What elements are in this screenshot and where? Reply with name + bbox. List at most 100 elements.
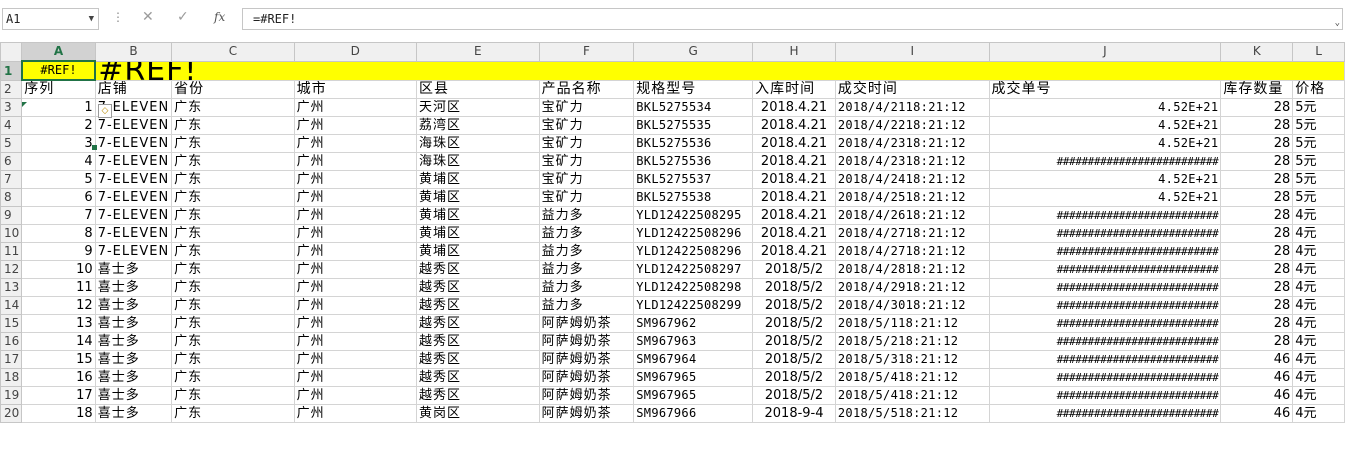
cell[interactable]: 16 — [21, 368, 96, 387]
cell[interactable]: 宝矿力 — [538, 188, 635, 207]
cell[interactable]: SM967963 — [633, 332, 754, 351]
header-cell[interactable]: 库存数量 — [1220, 79, 1294, 99]
cell[interactable]: 2018/5/2 — [752, 350, 836, 369]
cell[interactable]: 宝矿力 — [538, 134, 635, 153]
cell[interactable]: 18 — [21, 404, 96, 423]
cell[interactable]: 广东 — [171, 404, 295, 423]
cell[interactable]: 越秀区 — [416, 386, 540, 405]
column-header-k[interactable]: K — [1220, 42, 1294, 62]
cell[interactable]: 广东 — [171, 98, 295, 117]
cell[interactable]: 28 — [1220, 170, 1294, 189]
cell[interactable]: 益力多 — [538, 224, 635, 243]
cell[interactable]: YLD12422508296 — [633, 224, 754, 243]
cell[interactable]: 宝矿力 — [538, 170, 635, 189]
column-header-h[interactable]: H — [752, 42, 836, 62]
header-cell[interactable]: 规格型号 — [633, 79, 754, 99]
cell[interactable]: ########################## — [988, 224, 1222, 243]
cell[interactable]: 7-ELEVEN — [94, 188, 173, 207]
cell[interactable]: ########################## — [988, 242, 1222, 261]
cell[interactable]: ########################## — [988, 368, 1222, 387]
cell[interactable]: 2018/4/2118:21:12 — [834, 98, 990, 117]
cell[interactable]: 2018/4/2718:21:12 — [834, 242, 990, 261]
cell[interactable]: 广州 — [293, 404, 418, 423]
cell[interactable]: 广东 — [171, 224, 295, 243]
cell[interactable]: 广州 — [293, 350, 418, 369]
header-cell[interactable]: 区县 — [416, 79, 540, 99]
cell[interactable]: 2018.4.21 — [752, 224, 836, 243]
cell[interactable]: 7-ELEVEN — [94, 116, 173, 135]
cell[interactable]: 7-ELEVEN — [94, 206, 173, 225]
cell[interactable]: 28 — [1220, 260, 1294, 279]
cell[interactable]: 广州 — [293, 98, 418, 117]
cell[interactable]: 2018/5/418:21:12 — [834, 386, 990, 405]
row-header[interactable]: 6 — [0, 152, 23, 171]
cell[interactable]: 4元 — [1292, 386, 1345, 405]
cell[interactable]: 宝矿力 — [538, 116, 635, 135]
merged-title-cell[interactable]: #REF! — [94, 60, 1345, 81]
cell[interactable]: 5元 — [1292, 116, 1345, 135]
cell[interactable]: 喜士多 — [94, 296, 173, 315]
cell[interactable]: 3 — [21, 134, 96, 153]
cell[interactable]: 广州 — [293, 224, 418, 243]
cell[interactable]: BKL5275536 — [633, 134, 754, 153]
cell[interactable]: 广东 — [171, 170, 295, 189]
cell[interactable]: 黄埔区 — [416, 224, 540, 243]
cell[interactable]: 阿萨姆奶茶 — [538, 368, 635, 387]
cell[interactable]: 宝矿力 — [538, 98, 635, 117]
cell[interactable]: 益力多 — [538, 296, 635, 315]
cell[interactable]: BKL5275538 — [633, 188, 754, 207]
cell[interactable]: 2018/5/218:21:12 — [834, 332, 990, 351]
cell[interactable]: 广州 — [293, 260, 418, 279]
row-header[interactable]: 7 — [0, 170, 23, 189]
cell[interactable]: 益力多 — [538, 242, 635, 261]
cell[interactable]: 广州 — [293, 368, 418, 387]
cell[interactable]: 46 — [1220, 350, 1294, 369]
cell[interactable]: 广州 — [293, 152, 418, 171]
cell[interactable]: 荔湾区 — [416, 116, 540, 135]
cell-a1[interactable]: #REF! — [20, 60, 97, 81]
cell[interactable]: 2018/4/2318:21:12 — [834, 152, 990, 171]
select-all-corner[interactable] — [0, 42, 23, 62]
cell[interactable]: ########################## — [988, 350, 1222, 369]
cell[interactable]: YLD12422508299 — [633, 296, 754, 315]
cell[interactable]: 2 — [21, 116, 96, 135]
cell[interactable]: 广州 — [293, 332, 418, 351]
column-header-a[interactable]: A — [21, 42, 96, 62]
cell[interactable]: 46 — [1220, 404, 1294, 423]
cell[interactable]: SM967962 — [633, 314, 754, 333]
cell[interactable]: 喜士多 — [94, 386, 173, 405]
cell[interactable]: ########################## — [988, 260, 1222, 279]
cell[interactable]: 越秀区 — [416, 368, 540, 387]
cell[interactable]: 越秀区 — [416, 260, 540, 279]
cell[interactable]: 28 — [1220, 332, 1294, 351]
cell[interactable]: 广东 — [171, 386, 295, 405]
cell[interactable]: 4.52E+21 — [988, 188, 1222, 207]
cell[interactable]: 广州 — [293, 116, 418, 135]
column-header-f[interactable]: F — [538, 42, 635, 62]
cell[interactable]: 2018.4.21 — [752, 206, 836, 225]
cell[interactable]: 7-ELEVEN — [94, 152, 173, 171]
row-header[interactable]: 3 — [0, 98, 23, 117]
cell[interactable]: 9 — [21, 242, 96, 261]
cell[interactable]: 黄埔区 — [416, 188, 540, 207]
row-header[interactable]: 13 — [0, 278, 23, 297]
cell[interactable]: 4元 — [1292, 332, 1345, 351]
cell[interactable]: 5元 — [1292, 188, 1345, 207]
cell[interactable]: 28 — [1220, 314, 1294, 333]
cell[interactable]: 28 — [1220, 152, 1294, 171]
cell[interactable]: 广东 — [171, 152, 295, 171]
cell[interactable]: 广东 — [171, 368, 295, 387]
cell[interactable]: 17 — [21, 386, 96, 405]
cell[interactable]: 4.52E+21 — [988, 170, 1222, 189]
cell[interactable]: 4元 — [1292, 206, 1345, 225]
cell[interactable]: 宝矿力 — [538, 152, 635, 171]
cell[interactable]: 2018/4/2318:21:12 — [834, 134, 990, 153]
cell[interactable]: 11 — [21, 278, 96, 297]
cell[interactable]: 广州 — [293, 242, 418, 261]
cell[interactable]: 8 — [21, 224, 96, 243]
cell[interactable]: 广东 — [171, 278, 295, 297]
cell[interactable]: 7 — [21, 206, 96, 225]
cell[interactable]: 黄埔区 — [416, 242, 540, 261]
cell[interactable]: ########################## — [988, 278, 1222, 297]
cell[interactable]: 2018.4.21 — [752, 116, 836, 135]
